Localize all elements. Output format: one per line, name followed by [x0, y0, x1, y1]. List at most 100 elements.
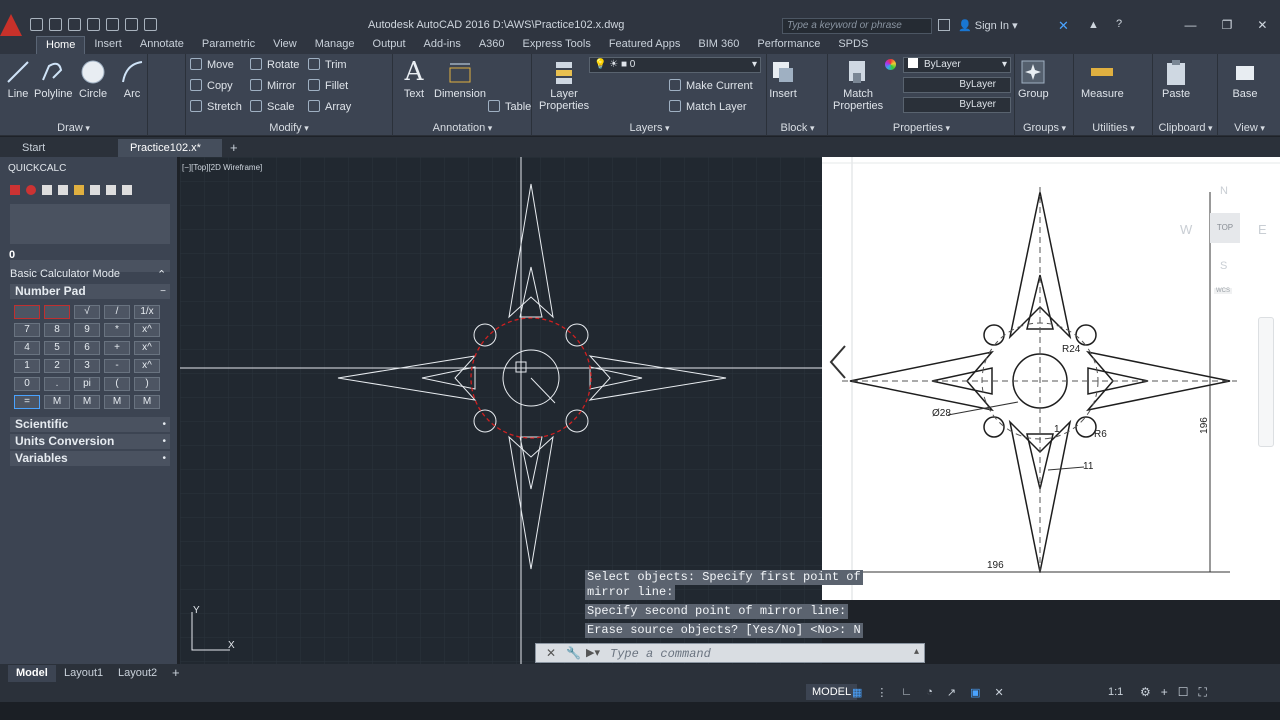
calc-key[interactable]: 4 [14, 341, 40, 355]
close-icon[interactable]: ✕ [1257, 18, 1267, 32]
angle-icon[interactable] [90, 185, 100, 195]
clear-icon[interactable] [10, 185, 20, 195]
get-coordinates-icon[interactable] [58, 185, 68, 195]
calc-key[interactable]: 2 [44, 359, 70, 373]
scientific-header[interactable]: Scientific • [10, 417, 170, 432]
group-button[interactable]: Group [1018, 58, 1049, 100]
calc-key[interactable]: √ [74, 305, 100, 319]
tab-a360[interactable]: A360 [470, 36, 514, 54]
fullscreen-icon[interactable]: ⛶ [1199, 685, 1207, 700]
close-command-icon[interactable]: ✕ [546, 646, 556, 660]
base-button[interactable]: Base [1231, 58, 1259, 100]
lineweight-dropdown[interactable]: ByLayer [903, 97, 1011, 113]
add-icon[interactable]: + [1161, 685, 1168, 700]
calc-key[interactable]: + [104, 341, 130, 355]
calc-key[interactable]: ( [104, 377, 130, 391]
isolate-icon[interactable]: ☐ [1178, 685, 1189, 700]
layer-dropdown[interactable]: 💡 ☀ ■ 0 ▾ [589, 57, 761, 73]
calc-key[interactable]: / [104, 305, 130, 319]
tab-home[interactable]: Home [36, 36, 86, 54]
object-snap-icon[interactable]: ▣ [970, 686, 980, 699]
view-panel-title[interactable]: View [1219, 122, 1280, 134]
modify-panel-title[interactable]: Modify [186, 122, 392, 134]
calc-key[interactable]: . [44, 377, 70, 391]
a360-icon[interactable]: ▲ [1088, 19, 1099, 31]
draw-panel-title[interactable]: Draw [0, 122, 147, 134]
new-tab-icon[interactable]: + [230, 140, 238, 155]
minimize-icon[interactable]: — [1185, 18, 1197, 32]
circle-button[interactable]: Circle [79, 58, 107, 100]
command-history-toggle-icon[interactable]: ▴ [914, 646, 919, 657]
utilities-panel-title[interactable]: Utilities [1075, 122, 1152, 134]
arc-button[interactable]: Arc [118, 58, 146, 100]
move-button[interactable]: Move [190, 58, 234, 72]
command-input[interactable]: Type a command [610, 647, 711, 661]
exchange-icon[interactable]: ✕ [1058, 18, 1069, 34]
distance-icon[interactable] [74, 185, 84, 195]
sign-in-button[interactable]: 👤 Sign In ▾ [958, 19, 1018, 32]
color-dropdown[interactable]: ByLayer ▾ [903, 57, 1011, 73]
linetype-dropdown[interactable]: ByLayer [903, 77, 1011, 93]
measure-button[interactable]: Measure [1081, 58, 1124, 100]
grid-icon[interactable]: ▦ [852, 686, 862, 699]
variables-header[interactable]: Variables • [10, 451, 170, 466]
tab-spds[interactable]: SPDS [829, 36, 877, 54]
model-space-toggle[interactable]: MODEL [806, 684, 858, 700]
calc-key[interactable]: 0 [14, 377, 40, 391]
calc-key[interactable]: * [104, 323, 130, 337]
tab-manage[interactable]: Manage [306, 36, 364, 54]
scale-button[interactable]: Scale [250, 100, 295, 114]
tab-layout2[interactable]: Layout2 [110, 665, 165, 682]
stretch-button[interactable]: Stretch [190, 100, 242, 114]
tab-featured-apps[interactable]: Featured Apps [600, 36, 690, 54]
calc-key[interactable]: = [14, 395, 40, 409]
isodraft-icon[interactable]: ↗ [947, 686, 956, 699]
calc-key[interactable]: - [104, 359, 130, 373]
trim-button[interactable]: Trim [308, 58, 347, 72]
viewcube-east[interactable]: E [1258, 222, 1267, 237]
fillet-button[interactable]: Fillet [308, 79, 348, 93]
new-icon[interactable] [30, 18, 43, 31]
calc-key[interactable]: M [44, 395, 70, 409]
calc-key[interactable] [14, 305, 40, 319]
redo-icon[interactable] [144, 18, 157, 31]
viewcube-west[interactable]: W [1180, 222, 1192, 237]
nav-arrow-icon[interactable] [827, 342, 847, 382]
navigation-bar[interactable] [1258, 317, 1274, 447]
tab-practice102[interactable]: Practice102.x* [118, 139, 222, 157]
calc-key[interactable]: 6 [74, 341, 100, 355]
collapse-icon[interactable]: ⌃ [157, 268, 166, 281]
undo-icon[interactable] [125, 18, 138, 31]
mirror-button[interactable]: Mirror [250, 79, 296, 93]
ortho-icon[interactable]: ∟ [901, 686, 912, 699]
calc-key[interactable]: M [104, 395, 130, 409]
customize-icon[interactable]: 🔧 [566, 646, 581, 660]
help-icon[interactable]: ? [1116, 18, 1122, 30]
annotation-scale-icon[interactable]: ✕ [994, 686, 1003, 699]
units-conversion-header[interactable]: Units Conversion • [10, 434, 170, 449]
match-properties-button[interactable]: Match Properties [833, 58, 883, 112]
table-button[interactable]: Table [488, 100, 531, 114]
settings-icon[interactable]: ⚙ [1140, 685, 1151, 700]
tab-annotate[interactable]: Annotate [131, 36, 193, 54]
calc-key[interactable]: pi [74, 377, 100, 391]
text-button[interactable]: A Text [400, 58, 428, 100]
copy-button[interactable]: Copy [190, 79, 233, 93]
tab-view[interactable]: View [264, 36, 306, 54]
tab-express-tools[interactable]: Express Tools [514, 36, 600, 54]
match-layer-button[interactable]: Match Layer [669, 100, 747, 114]
viewcube-north[interactable]: N [1220, 185, 1228, 197]
tab-output[interactable]: Output [364, 36, 415, 54]
calc-key[interactable]: 8 [44, 323, 70, 337]
calc-key[interactable]: 1 [14, 359, 40, 373]
clear-history-icon[interactable] [26, 185, 36, 195]
tab-insert[interactable]: Insert [85, 36, 131, 54]
restore-icon[interactable]: ❐ [1222, 18, 1233, 32]
viewcube-top[interactable]: TOP [1210, 213, 1240, 243]
wcs-menu[interactable]: WCS [1214, 288, 1232, 294]
annotation-panel-title[interactable]: Annotation [394, 122, 531, 134]
dimension-button[interactable]: Dimension [434, 58, 486, 100]
layers-panel-title[interactable]: Layers [533, 122, 766, 134]
calc-key[interactable]: M [74, 395, 100, 409]
plot-icon[interactable] [106, 18, 119, 31]
